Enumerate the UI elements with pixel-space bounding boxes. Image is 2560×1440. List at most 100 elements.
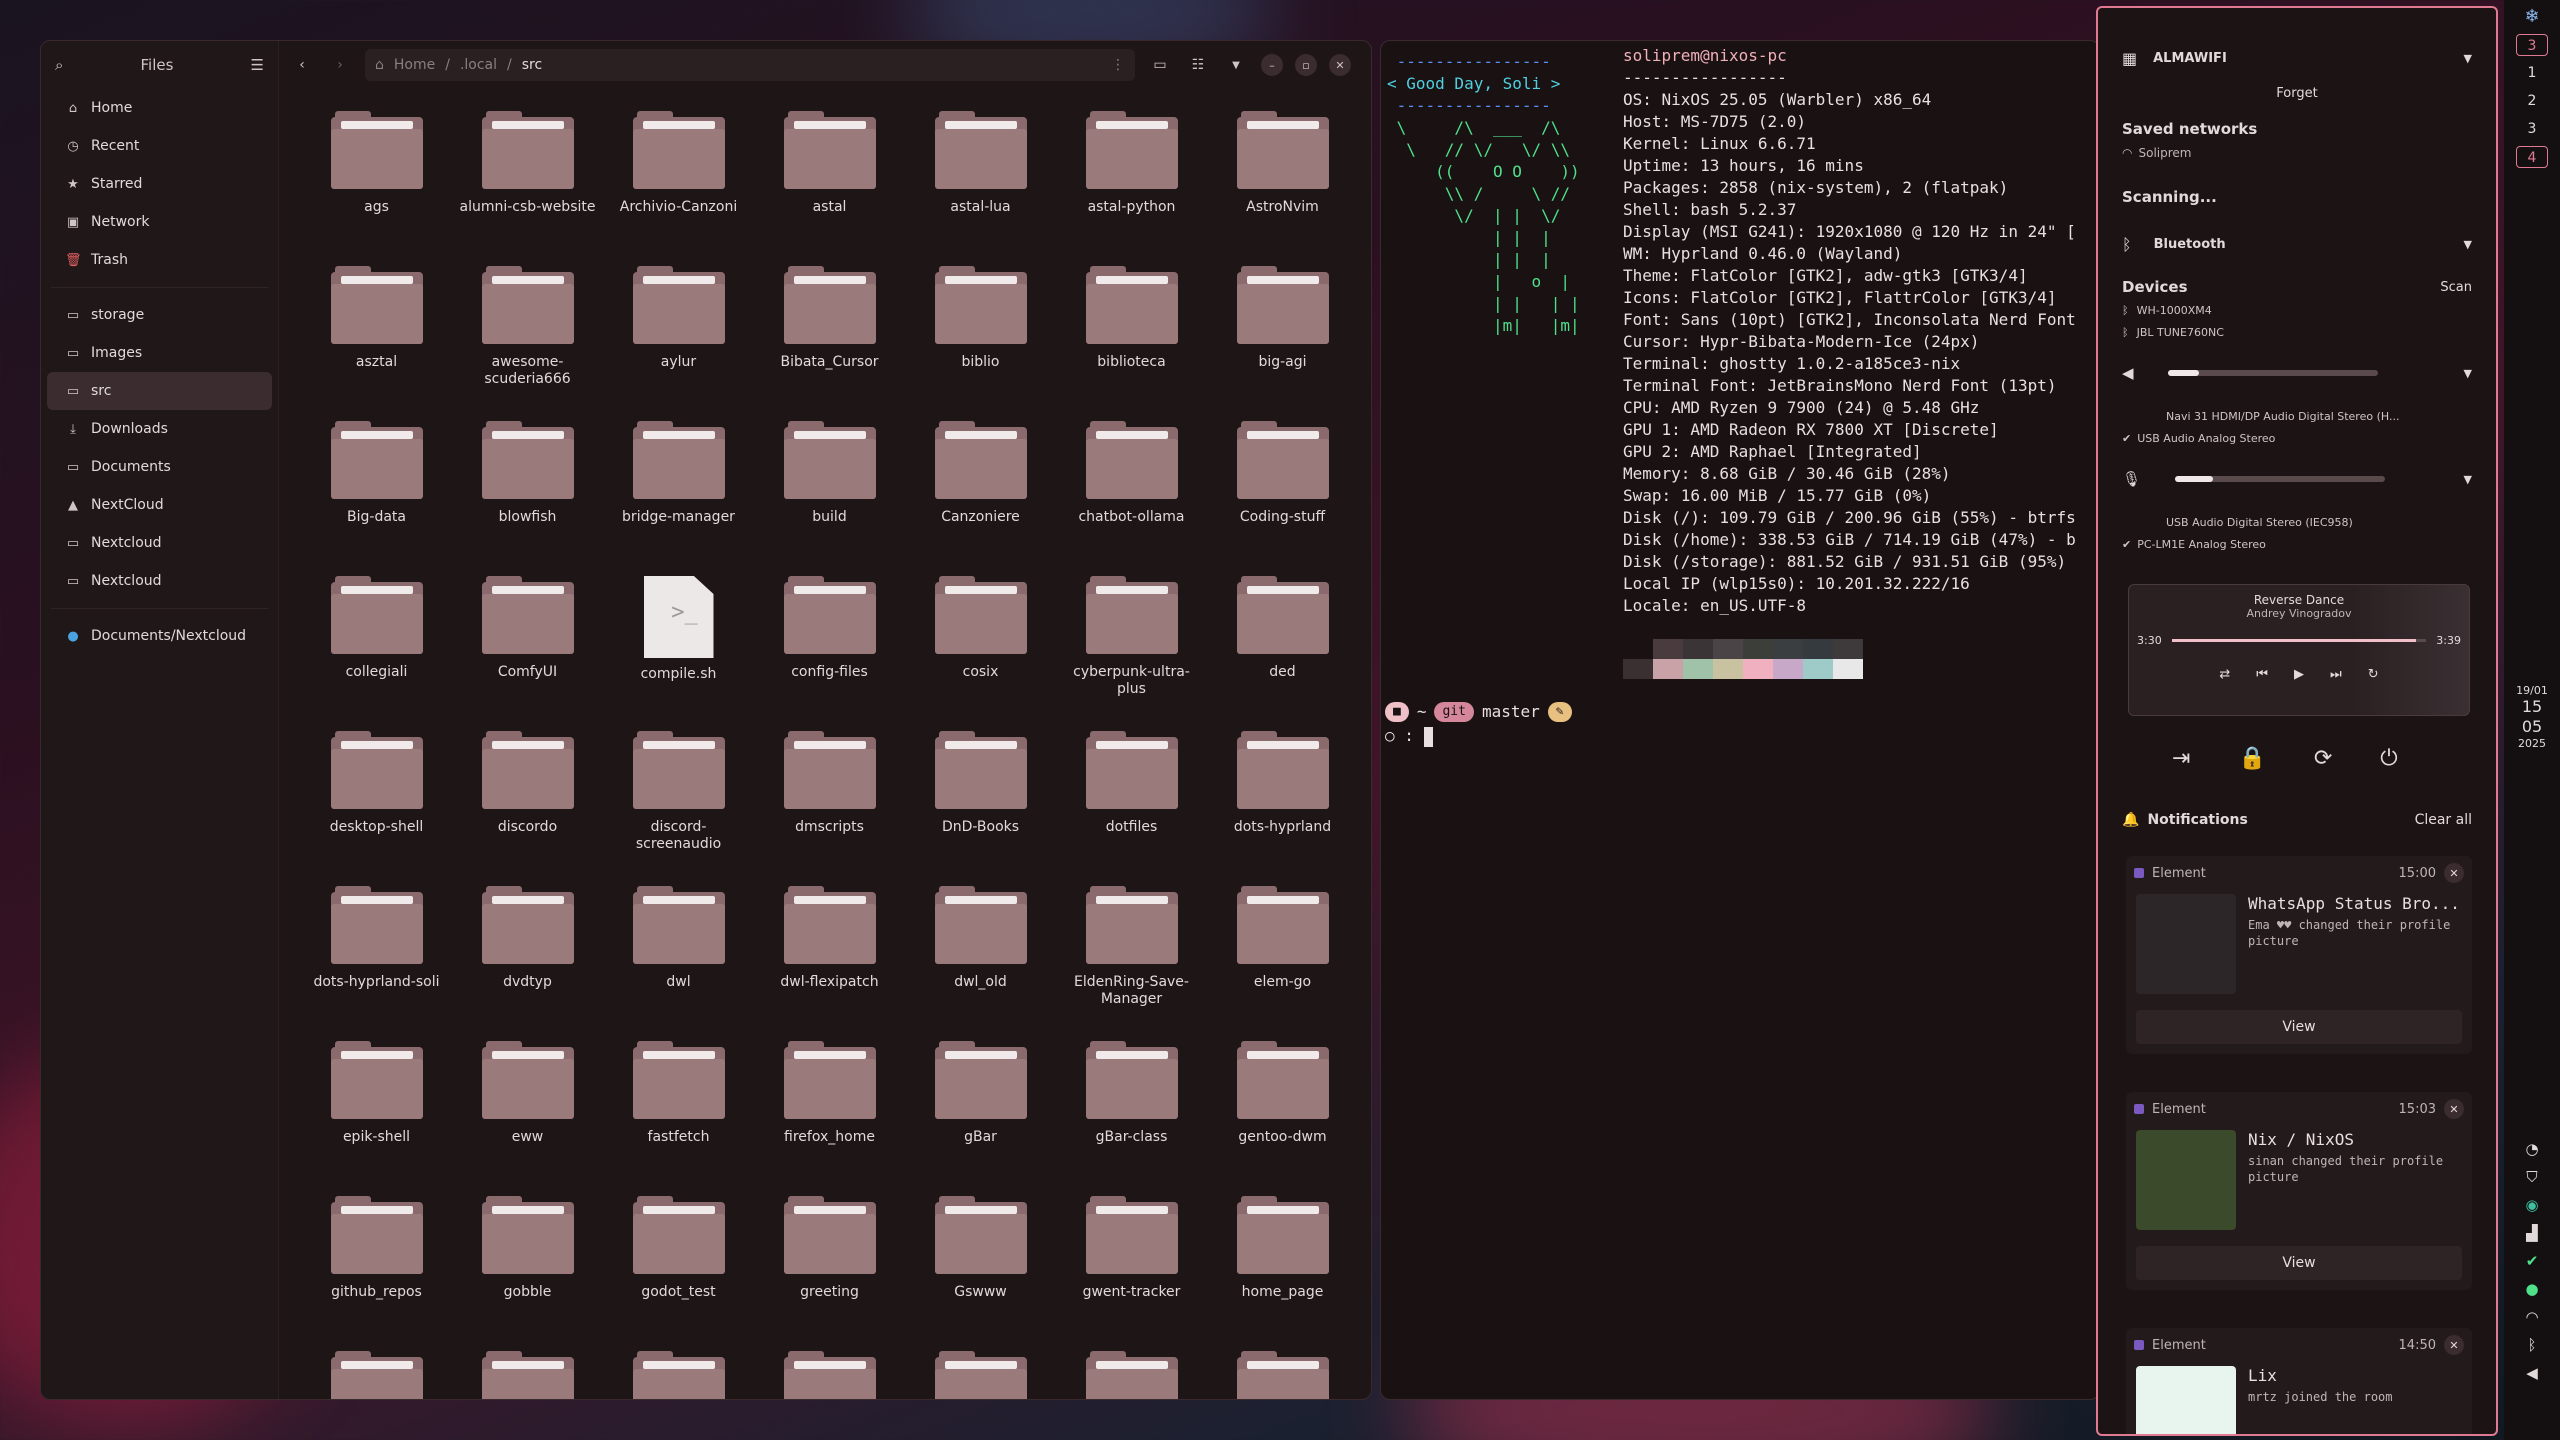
folder-item[interactable]: asztal xyxy=(301,266,452,421)
mic-slider[interactable] xyxy=(2175,476,2386,482)
folder-item[interactable]: dots-hyprland-soli xyxy=(301,886,452,1041)
view-button[interactable]: View xyxy=(2136,1246,2462,1280)
folder-item[interactable]: awesome-scuderia666 xyxy=(452,266,603,421)
sidebar-item-documents[interactable]: ▭ Documents xyxy=(47,448,272,486)
folder-item[interactable]: Big-data xyxy=(301,421,452,576)
folder-item[interactable]: home_page xyxy=(1207,1196,1358,1351)
prompt-line[interactable]: ○ : xyxy=(1385,725,1433,747)
workspace-4[interactable]: 4 xyxy=(2516,146,2548,168)
snowflake-icon[interactable]: ❄ xyxy=(2516,6,2548,28)
media-progress[interactable] xyxy=(2171,639,2427,642)
folder-item[interactable] xyxy=(452,1351,603,1399)
element-icon[interactable]: ◉ xyxy=(2525,1196,2538,1214)
folder-item[interactable] xyxy=(301,1351,452,1399)
audio-input-1[interactable]: USB Audio Digital Stereo (IEC958) xyxy=(2166,516,2353,529)
folder-item[interactable]: astal-python xyxy=(1056,111,1207,266)
folder-item[interactable]: DnD-Books xyxy=(905,731,1056,886)
chevron-down-icon[interactable]: ▼ xyxy=(2464,367,2472,380)
chevron-down-icon[interactable]: ▼ xyxy=(2464,473,2472,486)
folder-item[interactable]: dwl_old xyxy=(905,886,1056,1041)
folder-item[interactable]: cosix xyxy=(905,576,1056,731)
folder-item[interactable]: chatbot-ollama xyxy=(1056,421,1207,576)
view-button[interactable]: View xyxy=(2136,1010,2462,1044)
workspace-1[interactable]: 1 xyxy=(2516,62,2548,84)
forward-icon[interactable]: › xyxy=(327,52,353,78)
tray-app-icon[interactable]: ◔ xyxy=(2525,1140,2538,1158)
folder-item[interactable]: gBar-class xyxy=(1056,1041,1207,1196)
sidebar-item-starred[interactable]: ★ Starred xyxy=(47,165,272,203)
chevron-down-icon[interactable]: ▼ xyxy=(2464,238,2472,251)
wifi-icon[interactable]: ◠ xyxy=(2525,1308,2538,1326)
folder-item[interactable]: Archivio-Canzoni xyxy=(603,111,754,266)
folder-item[interactable] xyxy=(1207,1351,1358,1399)
folder-item[interactable]: ded xyxy=(1207,576,1358,731)
folder-item[interactable]: Canzoniere xyxy=(905,421,1056,576)
folder-item[interactable]: godot_test xyxy=(603,1196,754,1351)
more-options-icon[interactable]: ⋮ xyxy=(1111,57,1125,73)
menu-icon[interactable]: ☰ xyxy=(251,56,264,74)
folder-item[interactable]: desktop-shell xyxy=(301,731,452,886)
folder-item[interactable]: config-files xyxy=(754,576,905,731)
terminal-window[interactable]: ---------------- < Good Day, Soli > ----… xyxy=(1380,40,2100,1400)
breadcrumb-src[interactable]: src xyxy=(522,57,542,73)
folder-item[interactable]: gobble xyxy=(452,1196,603,1351)
folder-item[interactable]: gwent-tracker xyxy=(1056,1196,1207,1351)
folder-item[interactable]: aylur xyxy=(603,266,754,421)
chevron-down-icon[interactable]: ▼ xyxy=(2464,52,2472,65)
folder-item[interactable] xyxy=(603,1351,754,1399)
folder-item[interactable]: EldenRing-Save-Manager xyxy=(1056,886,1207,1041)
minimize-button[interactable]: – xyxy=(1261,54,1283,76)
lock-icon[interactable]: 🔒 xyxy=(2238,746,2265,771)
sidebar-item-downloads[interactable]: ⤓ Downloads xyxy=(47,410,272,448)
folder-item[interactable]: ComfyUI xyxy=(452,576,603,731)
previous-icon[interactable]: ⏮ xyxy=(2256,667,2268,682)
folder-item[interactable]: collegiali xyxy=(301,576,452,731)
bt-device-1[interactable]: WH-1000XM4 xyxy=(2137,304,2212,317)
folder-item[interactable]: AstroNvim xyxy=(1207,111,1358,266)
sidebar-item-images[interactable]: ▭ Images xyxy=(47,334,272,372)
folder-item[interactable]: dvdtyp xyxy=(452,886,603,1041)
reboot-icon[interactable]: ⟳ xyxy=(2314,746,2332,771)
sidebar-item-network[interactable]: ▣ Network xyxy=(47,203,272,241)
scan-button[interactable]: Scan xyxy=(2440,280,2472,295)
forget-button[interactable]: Forget xyxy=(2276,86,2317,101)
folder-item[interactable] xyxy=(905,1351,1056,1399)
saved-network-item[interactable]: Soliprem xyxy=(2138,146,2191,160)
microphone-icon[interactable]: 🎙 xyxy=(2122,470,2141,488)
folder-item[interactable]: build xyxy=(754,421,905,576)
signal-icon[interactable]: ▟ xyxy=(2526,1224,2538,1242)
power-icon[interactable]: ⏻ xyxy=(2380,746,2397,771)
chevron-down-icon[interactable]: ▼ xyxy=(1223,52,1249,78)
folder-item[interactable]: astal-lua xyxy=(905,111,1056,266)
folder-item[interactable]: firefox_home xyxy=(754,1041,905,1196)
bluetooth-icon[interactable]: ᛒ xyxy=(2527,1336,2536,1354)
folder-item[interactable]: greeting xyxy=(754,1196,905,1351)
workspace-special[interactable]: 3 xyxy=(2516,34,2548,56)
search-icon[interactable]: ⌕ xyxy=(55,56,63,74)
clear-all-button[interactable]: Clear all xyxy=(2415,812,2472,828)
folder-item[interactable]: gentoo-dwm xyxy=(1207,1041,1358,1196)
new-folder-icon[interactable]: ▭ xyxy=(1147,52,1173,78)
folder-item[interactable]: dotfiles xyxy=(1056,731,1207,886)
back-icon[interactable]: ‹ xyxy=(289,52,315,78)
folder-item[interactable]: Coding-stuff xyxy=(1207,421,1358,576)
view-list-icon[interactable]: ☷ xyxy=(1185,52,1211,78)
folder-item[interactable]: Bibata_Cursor xyxy=(754,266,905,421)
folder-item[interactable]: blowfish xyxy=(452,421,603,576)
sidebar-item-nextcloud[interactable]: ▭ Nextcloud xyxy=(47,524,272,562)
close-icon[interactable]: ✕ xyxy=(2444,1335,2464,1355)
file-item[interactable]: >_ compile.sh xyxy=(603,576,754,731)
next-icon[interactable]: ⏭ xyxy=(2330,667,2342,682)
folder-item[interactable]: discordo xyxy=(452,731,603,886)
maximize-button[interactable]: ▫ xyxy=(1295,54,1317,76)
workspace-2[interactable]: 2 xyxy=(2516,90,2548,112)
breadcrumb-home[interactable]: Home xyxy=(394,57,435,73)
logout-icon[interactable]: ⇥ xyxy=(2172,746,2190,771)
sidebar-item-recent[interactable]: ◷ Recent xyxy=(47,127,272,165)
folder-item[interactable]: bridge-manager xyxy=(603,421,754,576)
folder-item[interactable]: discord-screenaudio xyxy=(603,731,754,886)
folder-item[interactable]: cyberpunk-ultra-plus xyxy=(1056,576,1207,731)
folder-item[interactable]: ags xyxy=(301,111,452,266)
folder-item[interactable]: Gswww xyxy=(905,1196,1056,1351)
play-icon[interactable]: ▶ xyxy=(2294,667,2304,682)
